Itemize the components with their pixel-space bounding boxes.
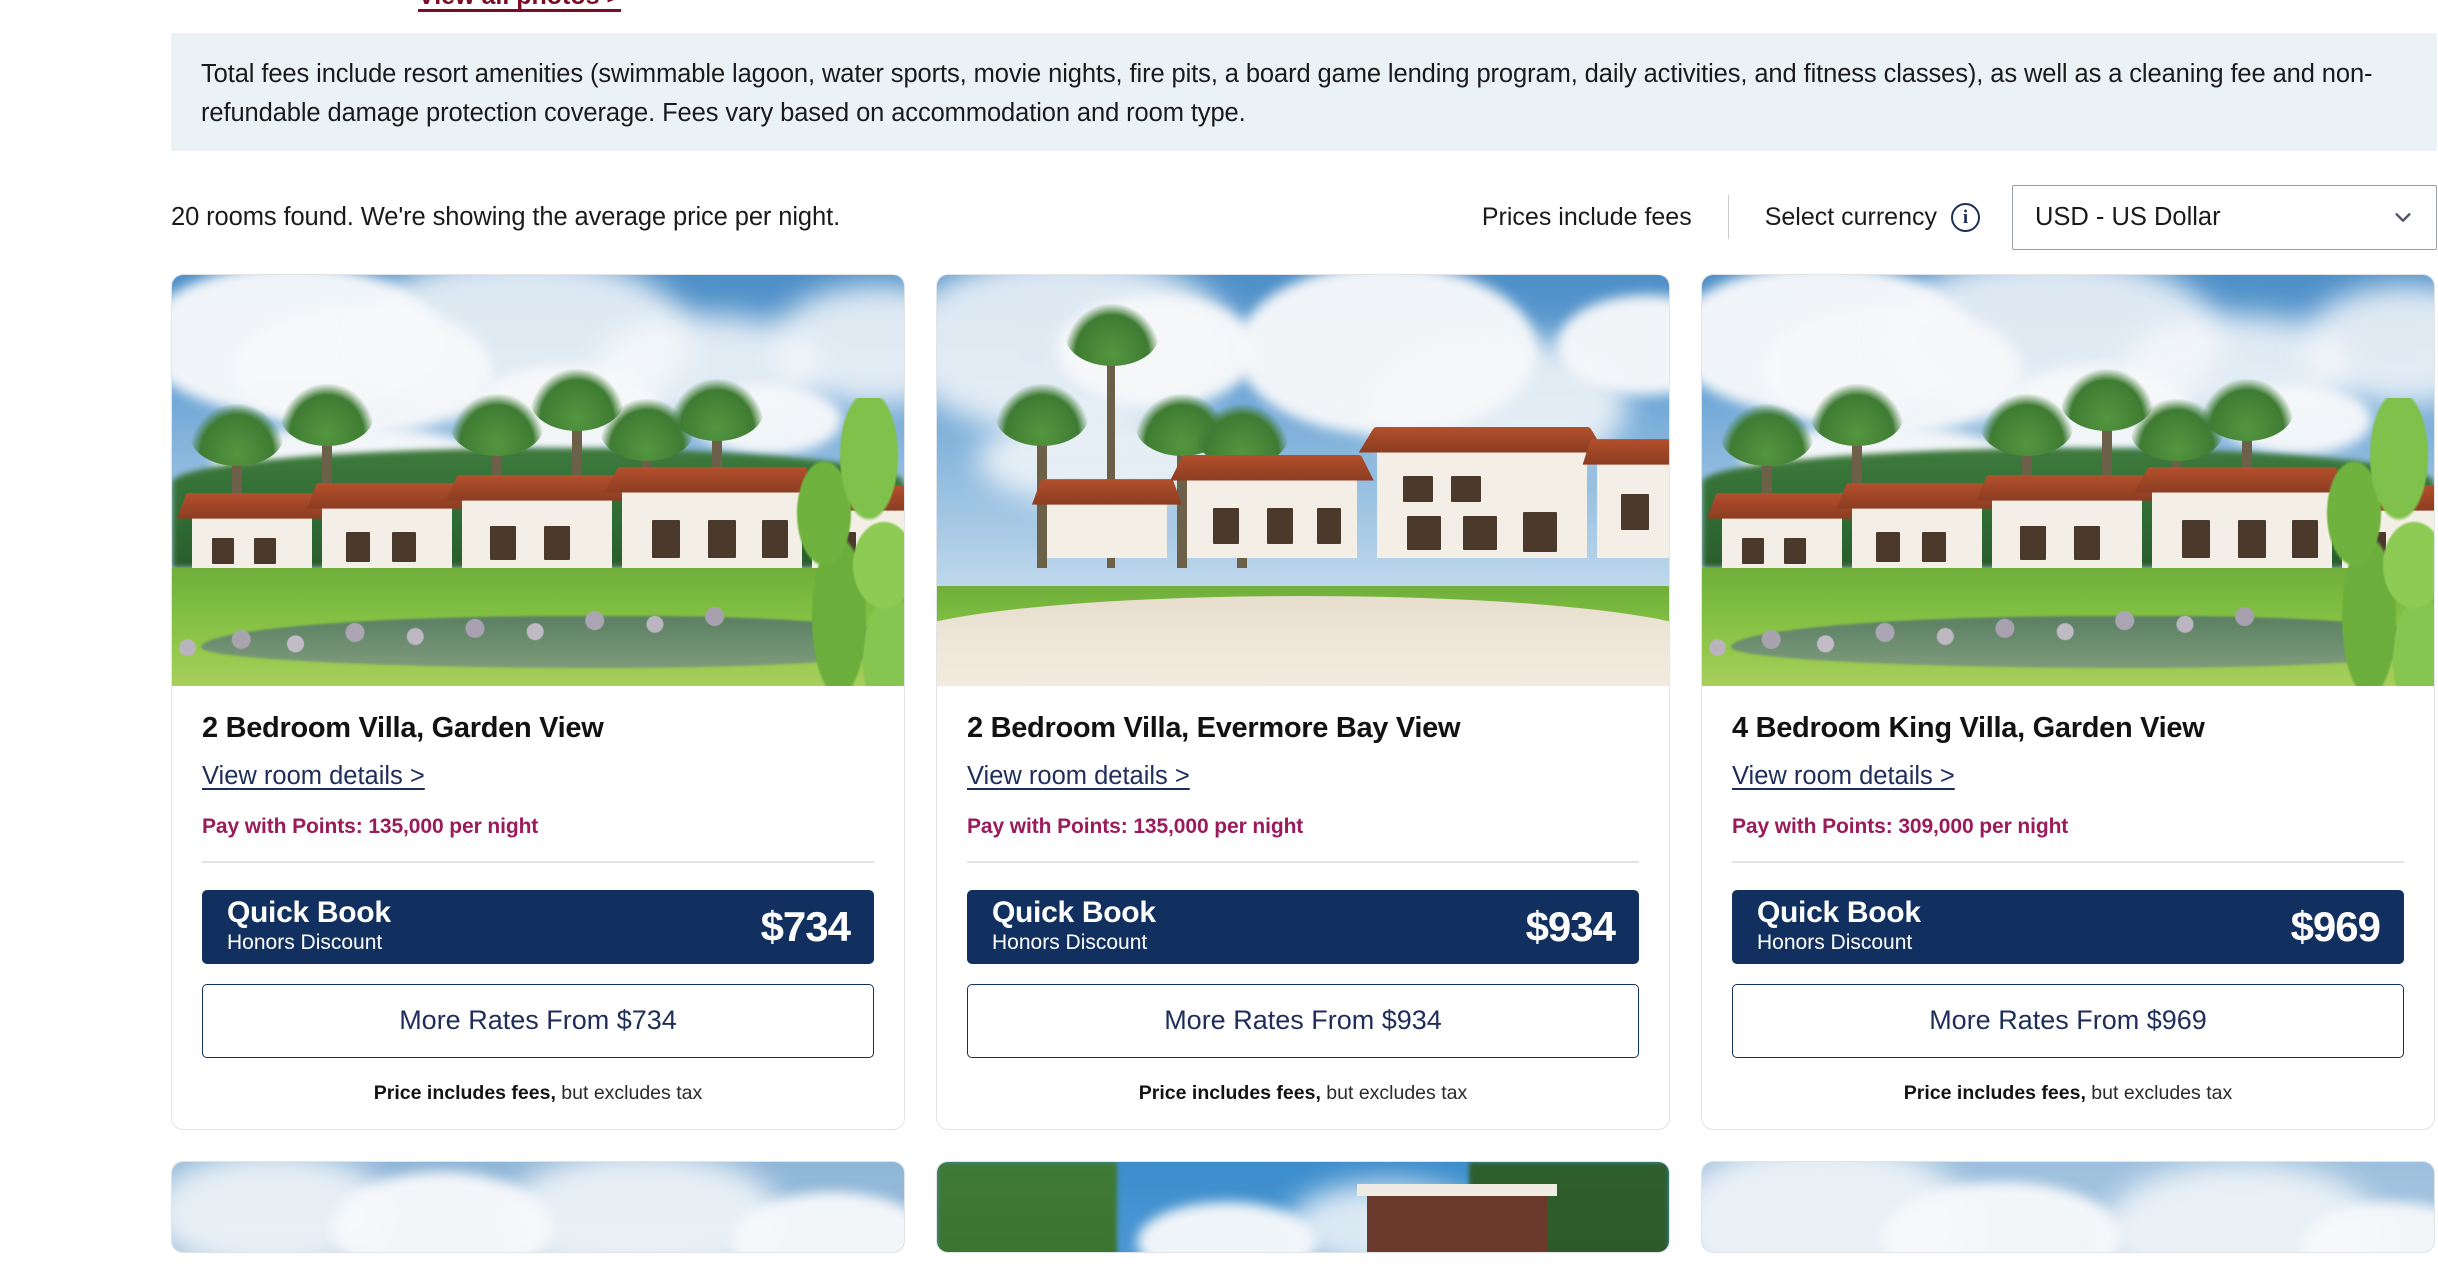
quick-book-price: $934 — [1525, 902, 1616, 950]
honors-discount-label: Honors Discount — [992, 931, 1148, 955]
results-count-text: 20 rooms found. We're showing the averag… — [171, 202, 841, 231]
room-title: 4 Bedroom King Villa, Garden View — [1732, 712, 2205, 744]
results-bar: 20 rooms found. We're showing the averag… — [171, 178, 2437, 256]
quick-book-button[interactable]: Quick Book Honors Discount $934 — [967, 889, 1639, 964]
room-photo-resort-sky-clouds[interactable] — [1702, 1161, 2434, 1252]
room-photo-resort-palms-building[interactable] — [937, 1161, 1669, 1252]
fees-note-bold: Price includes fees, — [373, 1081, 556, 1104]
fees-note: Price includes fees, but excludes tax — [1732, 1082, 2404, 1105]
fees-note-bold: Price includes fees, — [1903, 1081, 2086, 1104]
quick-book-label: Quick Book — [227, 895, 391, 929]
select-currency-label: Select currency — [1764, 202, 1937, 231]
view-room-details-link[interactable]: View room details > — [1732, 762, 1955, 791]
room-title: 2 Bedroom Villa, Evermore Bay View — [967, 712, 1461, 744]
currency-select-value: USD - US Dollar — [2035, 202, 2221, 231]
pay-with-points-text: Pay with Points: 135,000 per night — [967, 815, 1304, 839]
results-bar-controls: Prices include fees Select currency i US… — [1481, 184, 2437, 250]
card-divider — [202, 861, 874, 863]
card-divider — [1732, 861, 2404, 863]
room-card[interactable] — [936, 1160, 1670, 1253]
room-card[interactable] — [1701, 1160, 2435, 1253]
quick-book-label: Quick Book — [992, 895, 1156, 929]
card-divider — [967, 861, 1639, 863]
room-title: 2 Bedroom Villa, Garden View — [202, 712, 604, 744]
pay-with-points-text: Pay with Points: 135,000 per night — [202, 815, 539, 839]
quick-book-price: $969 — [2290, 902, 2381, 950]
room-photo-resort-sky-trees[interactable] — [172, 1161, 904, 1252]
more-rates-button[interactable]: More Rates From $969 — [1732, 983, 2404, 1058]
fee-banner-text: Total fees include resort amenities (swi… — [201, 60, 2373, 127]
more-rates-button[interactable]: More Rates From $734 — [202, 983, 874, 1058]
room-photo-resort-villas-lagoon[interactable] — [172, 275, 904, 686]
room-card-body: 2 Bedroom Villa, Evermore Bay View View … — [937, 686, 1669, 1129]
room-card-body: 4 Bedroom King Villa, Garden View View r… — [1702, 686, 2434, 1129]
room-cards-grid: 2 Bedroom Villa, Garden View View room d… — [171, 274, 2437, 1253]
currency-select[interactable]: USD - US Dollar — [2012, 184, 2437, 250]
honors-discount-label: Honors Discount — [1757, 931, 1913, 955]
top-cut-link[interactable]: View all photos > — [418, 0, 621, 11]
quick-book-price: $734 — [760, 902, 851, 950]
room-photo-resort-villa-beach[interactable] — [937, 275, 1669, 686]
quick-book-button[interactable]: Quick Book Honors Discount $969 — [1732, 889, 2404, 964]
fees-note-rest: but excludes tax — [2085, 1081, 2233, 1104]
fees-note: Price includes fees, but excludes tax — [967, 1082, 1639, 1105]
room-card[interactable] — [171, 1160, 905, 1253]
room-photo-resort-villas-lagoon[interactable] — [1702, 275, 2434, 686]
quick-book-button[interactable]: Quick Book Honors Discount $734 — [202, 889, 874, 964]
honors-discount-label: Honors Discount — [227, 931, 383, 955]
quick-book-label: Quick Book — [1757, 895, 1921, 929]
info-icon[interactable]: i — [1951, 202, 1980, 232]
room-card[interactable]: 2 Bedroom Villa, Evermore Bay View View … — [936, 274, 1670, 1130]
view-room-details-link[interactable]: View room details > — [202, 762, 425, 791]
fees-note-bold: Price includes fees, — [1138, 1081, 1321, 1104]
fees-note: Price includes fees, but excludes tax — [202, 1082, 874, 1105]
pay-with-points-text: Pay with Points: 309,000 per night — [1732, 815, 2069, 839]
room-card[interactable]: 2 Bedroom Villa, Garden View View room d… — [171, 274, 905, 1130]
room-card[interactable]: 4 Bedroom King Villa, Garden View View r… — [1701, 274, 2435, 1130]
room-card-body: 2 Bedroom Villa, Garden View View room d… — [172, 686, 904, 1129]
view-room-details-link[interactable]: View room details > — [967, 762, 1190, 791]
room-results-page: View all photos > Total fees include res… — [0, 0, 2438, 1282]
prices-include-fees-label: Prices include fees — [1481, 202, 1692, 231]
fee-info-banner: Total fees include resort amenities (swi… — [171, 33, 2437, 151]
fees-note-rest: but excludes tax — [1320, 1081, 1468, 1104]
chevron-down-icon — [2392, 206, 2414, 228]
fees-note-rest: but excludes tax — [555, 1081, 703, 1104]
more-rates-button[interactable]: More Rates From $934 — [967, 983, 1639, 1058]
